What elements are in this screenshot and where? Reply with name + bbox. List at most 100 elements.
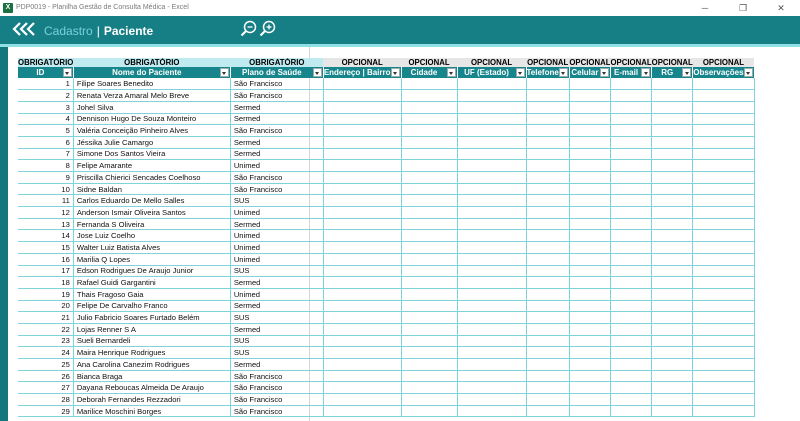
optional-empty-cell[interactable] xyxy=(457,323,527,336)
optional-empty-cell[interactable] xyxy=(401,218,458,231)
table-row[interactable]: 16 Marilia Q Lopes Unimed xyxy=(18,253,755,266)
optional-empty-cell[interactable] xyxy=(457,78,527,91)
patient-id-cell[interactable]: 14 xyxy=(18,229,74,243)
optional-empty-cell[interactable] xyxy=(569,148,611,161)
optional-empty-cell[interactable] xyxy=(526,393,570,406)
patient-id-cell[interactable]: 12 xyxy=(18,206,74,219)
health-plan-cell[interactable]: SUS xyxy=(230,335,324,348)
patient-name-cell[interactable]: Julio Fabricio Soares Furtado Belém xyxy=(73,311,231,324)
optional-empty-cell[interactable] xyxy=(569,183,611,196)
optional-empty-cell[interactable] xyxy=(323,253,402,266)
patient-id-cell[interactable]: 16 xyxy=(18,253,74,266)
optional-empty-cell[interactable] xyxy=(323,311,402,324)
health-plan-cell[interactable]: Sermed xyxy=(230,148,324,161)
optional-empty-cell[interactable] xyxy=(569,136,611,149)
optional-empty-cell[interactable] xyxy=(526,183,570,196)
patient-name-cell[interactable]: Anderson Ismair Oliveira Santos xyxy=(73,206,231,219)
patient-id-cell[interactable]: 26 xyxy=(18,370,74,383)
optional-empty-cell[interactable] xyxy=(610,113,653,126)
optional-empty-cell[interactable] xyxy=(526,89,570,102)
optional-empty-cell[interactable] xyxy=(610,171,653,184)
patient-name-cell[interactable]: Lojas Renner S A xyxy=(73,323,231,336)
filter-dropdown-icon[interactable] xyxy=(219,68,229,77)
patient-id-cell[interactable]: 25 xyxy=(18,358,74,371)
optional-empty-cell[interactable] xyxy=(651,124,694,137)
optional-empty-cell[interactable] xyxy=(569,358,611,371)
optional-empty-cell[interactable] xyxy=(569,89,611,102)
optional-empty-cell[interactable] xyxy=(401,323,458,336)
patient-id-cell[interactable]: 24 xyxy=(18,346,74,359)
optional-empty-cell[interactable] xyxy=(323,346,402,359)
patient-id-cell[interactable]: 19 xyxy=(18,288,74,301)
optional-empty-cell[interactable] xyxy=(569,159,611,172)
optional-empty-cell[interactable] xyxy=(401,101,458,114)
optional-empty-cell[interactable] xyxy=(457,370,527,383)
optional-empty-cell[interactable] xyxy=(323,136,402,149)
patient-id-cell[interactable]: 15 xyxy=(18,241,74,254)
optional-empty-cell[interactable] xyxy=(323,358,402,371)
optional-empty-cell[interactable] xyxy=(651,113,694,126)
optional-empty-cell[interactable] xyxy=(401,124,458,137)
optional-empty-cell[interactable] xyxy=(401,358,458,371)
table-row[interactable]: 17 Edson Rodrigues De Araujo Junior SUS xyxy=(18,265,755,278)
optional-empty-cell[interactable] xyxy=(526,276,570,289)
patient-name-cell[interactable]: Thais Fragoso Gaia xyxy=(73,288,231,301)
optional-empty-cell[interactable] xyxy=(323,124,402,137)
optional-empty-cell[interactable] xyxy=(610,311,653,324)
optional-empty-cell[interactable] xyxy=(610,288,653,301)
optional-empty-cell[interactable] xyxy=(692,276,755,289)
table-row[interactable]: 3 Johel Silva Sermed xyxy=(18,101,755,114)
optional-empty-cell[interactable] xyxy=(457,194,527,208)
optional-empty-cell[interactable] xyxy=(526,335,570,348)
patient-name-cell[interactable]: Dayana Reboucas Almeida De Araujo xyxy=(73,381,231,395)
patient-id-cell[interactable]: 21 xyxy=(18,311,74,324)
health-plan-cell[interactable]: Sermed xyxy=(230,323,324,336)
table-row[interactable]: 29 Marilice Moschini Borges São Francisco xyxy=(18,405,755,418)
patient-name-cell[interactable]: Simone Dos Santos Vieira xyxy=(73,148,231,161)
table-row[interactable]: 5 Valéria Conceição Pinheiro Alves São Fra… xyxy=(18,124,755,137)
optional-empty-cell[interactable] xyxy=(401,276,458,289)
health-plan-cell[interactable]: Sermed xyxy=(230,276,324,289)
filter-dropdown-icon[interactable] xyxy=(682,68,692,77)
optional-empty-cell[interactable] xyxy=(692,101,755,114)
optional-empty-cell[interactable] xyxy=(610,405,653,418)
optional-empty-cell[interactable] xyxy=(457,288,527,301)
optional-empty-cell[interactable] xyxy=(457,124,527,137)
optional-empty-cell[interactable] xyxy=(610,78,653,91)
filter-dropdown-icon[interactable] xyxy=(390,68,400,77)
health-plan-cell[interactable]: Unimed xyxy=(230,206,324,219)
optional-empty-cell[interactable] xyxy=(457,206,527,219)
optional-empty-cell[interactable] xyxy=(401,393,458,406)
optional-empty-cell[interactable] xyxy=(692,183,755,196)
optional-empty-cell[interactable] xyxy=(692,311,755,324)
optional-empty-cell[interactable] xyxy=(610,253,653,266)
patient-name-cell[interactable]: Jose Luiz Coelho xyxy=(73,229,231,243)
optional-empty-cell[interactable] xyxy=(651,241,694,254)
optional-empty-cell[interactable] xyxy=(569,101,611,114)
health-plan-cell[interactable]: SUS xyxy=(230,194,324,208)
patient-id-cell[interactable]: 9 xyxy=(18,171,74,184)
optional-empty-cell[interactable] xyxy=(651,253,694,266)
filter-dropdown-icon[interactable] xyxy=(62,68,72,77)
table-row[interactable]: 9 Priscilla Chierici Sencades Coelhoso São… xyxy=(18,171,755,184)
patient-name-cell[interactable]: Felipe Amarante xyxy=(73,159,231,172)
optional-empty-cell[interactable] xyxy=(569,113,611,126)
optional-empty-cell[interactable] xyxy=(651,323,694,336)
optional-empty-cell[interactable] xyxy=(651,148,694,161)
optional-empty-cell[interactable] xyxy=(401,148,458,161)
optional-empty-cell[interactable] xyxy=(651,405,694,418)
health-plan-cell[interactable]: Sermed xyxy=(230,358,324,371)
patient-id-cell[interactable]: 2 xyxy=(18,89,74,102)
optional-empty-cell[interactable] xyxy=(610,206,653,219)
optional-empty-cell[interactable] xyxy=(569,393,611,406)
optional-empty-cell[interactable] xyxy=(323,194,402,208)
optional-empty-cell[interactable] xyxy=(610,241,653,254)
optional-empty-cell[interactable] xyxy=(651,89,694,102)
optional-empty-cell[interactable] xyxy=(323,183,402,196)
optional-empty-cell[interactable] xyxy=(401,335,458,348)
optional-empty-cell[interactable] xyxy=(569,218,611,231)
optional-empty-cell[interactable] xyxy=(401,300,458,313)
optional-empty-cell[interactable] xyxy=(526,358,570,371)
health-plan-cell[interactable]: São Francisco xyxy=(230,370,324,383)
patient-name-cell[interactable]: Carlos Eduardo De Mello Salles xyxy=(73,194,231,208)
